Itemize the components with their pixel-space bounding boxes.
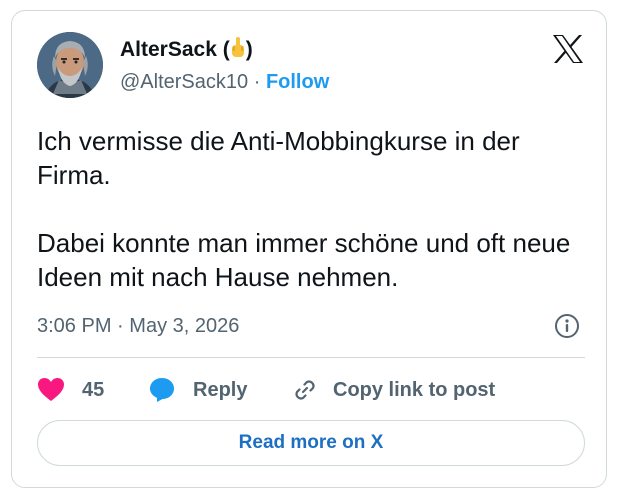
- likes-count: 45: [82, 378, 105, 401]
- reply-bubble-icon: [148, 376, 176, 404]
- tweet-card: AlterSack () @AlterSack10 · Follow Ich v…: [11, 10, 607, 488]
- reply-label: Reply: [193, 378, 248, 401]
- tweet-actions: 45 Reply Copy link to post: [37, 373, 585, 407]
- tweet-paragraph-1: Ich vermisse die Anti-Mobbingkurse in de…: [37, 126, 520, 190]
- divider: [37, 357, 585, 358]
- display-name: AlterSack: [120, 38, 217, 61]
- info-icon[interactable]: [554, 313, 580, 339]
- tweet-timestamp[interactable]: 3:06 PM · May 3, 2026: [37, 315, 239, 338]
- copy-link-label: Copy link to post: [333, 378, 496, 401]
- name-paren-close: ): [245, 38, 253, 61]
- link-icon: [292, 377, 318, 403]
- copy-link-button[interactable]: Copy link to post: [292, 373, 495, 407]
- read-more-button[interactable]: Read more on X: [37, 420, 585, 466]
- name-paren-open: (: [222, 38, 230, 61]
- handle-row: @AlterSack10 · Follow: [120, 71, 329, 94]
- handle-separator: ·: [253, 71, 261, 93]
- tweet-date: May 3, 2026: [129, 315, 240, 337]
- tweet-text: Ich vermisse die Anti-Mobbingkurse in de…: [37, 124, 597, 294]
- heart-icon: [37, 377, 65, 403]
- meta-separator: ·: [117, 315, 124, 337]
- author-handle[interactable]: @AlterSack10: [120, 71, 248, 93]
- reply-button[interactable]: Reply: [148, 373, 247, 407]
- follow-button[interactable]: Follow: [266, 71, 329, 93]
- tweet-paragraph-2: Dabei konnte man immer schöne und oft ne…: [37, 228, 571, 292]
- x-logo-icon[interactable]: [552, 34, 584, 64]
- middle-finger-emoji-icon: [231, 37, 245, 59]
- author-name[interactable]: AlterSack (): [120, 37, 253, 62]
- tweet-time: 3:06 PM: [37, 315, 112, 337]
- avatar[interactable]: [37, 32, 103, 98]
- like-button[interactable]: 45: [37, 373, 104, 407]
